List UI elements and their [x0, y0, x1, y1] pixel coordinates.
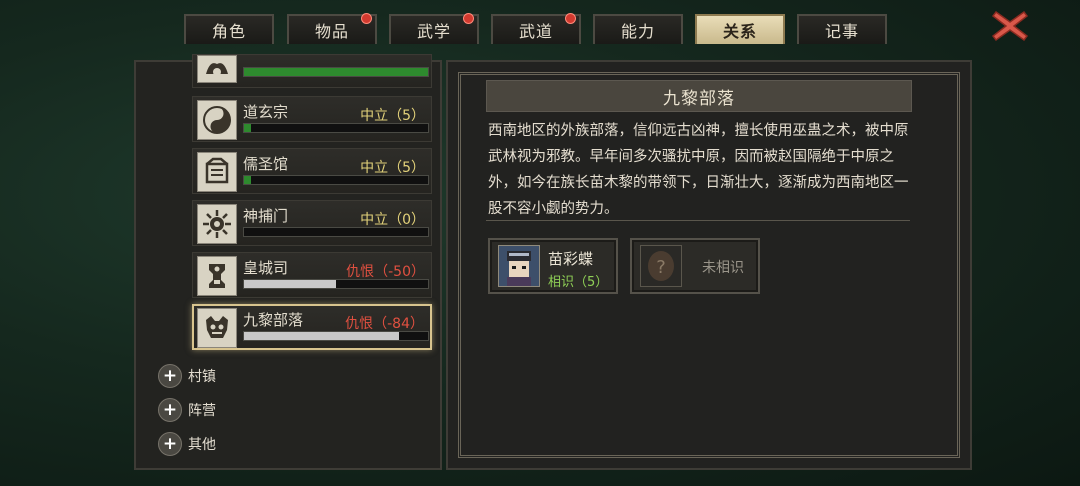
member-portrait: ?: [640, 245, 682, 287]
reputation-fill: [244, 176, 252, 184]
tab-items[interactable]: 物品: [287, 13, 377, 44]
reputation-status: 中立（0）: [360, 212, 425, 228]
scroll-emblem-icon: [205, 157, 229, 184]
reputation-bar: [243, 279, 429, 289]
faction-emblem: [197, 308, 237, 348]
member-card-unknown[interactable]: ? 未相识: [630, 238, 760, 294]
reputation-status: 中立（5）: [360, 108, 425, 124]
notification-badge: [565, 13, 576, 24]
expand-plus-icon: +: [158, 432, 182, 456]
faction-name: 皇城司: [243, 259, 289, 277]
tab-bar: 角色 物品 武学 武道 能力 关系 记事: [0, 0, 1080, 46]
reputation-bar: [243, 331, 429, 341]
faction-name: 九黎部落: [243, 311, 304, 329]
svg-text:?: ?: [656, 257, 666, 278]
reputation-fill: [244, 280, 336, 288]
faction-emblem: [197, 100, 237, 140]
faction-item[interactable]: [192, 54, 432, 88]
category-village[interactable]: + 村镇: [158, 364, 216, 388]
tab-label: 记事: [824, 22, 859, 41]
member-relation: 相识（5）: [548, 275, 609, 290]
faction-name: 儒圣馆: [243, 155, 289, 173]
tab-martial-arts[interactable]: 武学: [389, 13, 479, 44]
tab-journal[interactable]: 记事: [797, 14, 887, 44]
faction-title-bar: 九黎部落: [486, 80, 912, 112]
sun-emblem-icon: [203, 210, 231, 238]
character-portrait-icon: [499, 246, 539, 286]
member-name-unknown: 未相识: [702, 260, 744, 276]
tab-martial-way[interactable]: 武道: [491, 13, 581, 44]
faction-emblem: [197, 152, 237, 192]
tab-label: 关系: [722, 22, 757, 41]
unknown-portrait-icon: ?: [641, 246, 681, 286]
tab-relations[interactable]: 关系: [695, 14, 785, 44]
tab-label: 武学: [416, 22, 451, 41]
tab-label: 物品: [314, 22, 349, 41]
notification-badge: [361, 13, 372, 24]
reputation-fill: [244, 124, 252, 132]
close-button[interactable]: [990, 8, 1030, 44]
faction-detail-panel: 九黎部落 西南地区的外族部落，信仰远古凶神，擅长使用巫蛊之术，被中原武林视为邪教…: [446, 60, 972, 470]
faction-emblem: [197, 204, 237, 244]
faction-item[interactable]: 神捕门 中立（0）: [192, 200, 432, 246]
tab-abilities[interactable]: 能力: [593, 14, 683, 44]
reputation-fill: [244, 332, 399, 340]
guardian-emblem-icon: [209, 264, 225, 288]
member-portrait: [498, 245, 540, 287]
category-label: 阵营: [188, 403, 216, 419]
tab-label: 能力: [620, 22, 655, 41]
reputation-status: 仇恨（-50）: [346, 264, 425, 280]
tab-label: 武道: [518, 22, 553, 41]
faction-emblem: [197, 256, 237, 296]
taiji-emblem-icon: [203, 106, 231, 134]
close-x-icon: [991, 10, 1029, 42]
expand-plus-icon: +: [158, 398, 182, 422]
category-label: 其他: [188, 437, 216, 453]
faction-item[interactable]: 儒圣馆 中立（5）: [192, 148, 432, 194]
category-camp[interactable]: + 阵营: [158, 398, 216, 422]
notification-badge: [463, 13, 474, 24]
demon-mask-emblem-icon: [206, 316, 228, 338]
category-label: 村镇: [188, 369, 216, 385]
reputation-bar: [243, 227, 429, 237]
lotus-emblem-icon: [206, 63, 228, 76]
reputation-fill: [244, 68, 428, 76]
member-name: 苗彩蝶: [548, 250, 594, 268]
member-card[interactable]: 苗彩蝶 相识（5）: [488, 238, 618, 294]
faction-name: 神捕门: [243, 207, 289, 225]
tab-character[interactable]: 角色: [184, 14, 274, 44]
divider: [486, 220, 910, 221]
expand-plus-icon: +: [158, 364, 182, 388]
faction-item[interactable]: 道玄宗 中立（5）: [192, 96, 432, 142]
faction-emblem: [197, 55, 237, 83]
reputation-bar: [243, 67, 429, 77]
category-other[interactable]: + 其他: [158, 432, 216, 456]
faction-item[interactable]: 皇城司 仇恨（-50）: [192, 252, 432, 298]
reputation-bar: [243, 123, 429, 133]
faction-name: 道玄宗: [243, 103, 289, 121]
faction-description: 西南地区的外族部落，信仰远古凶神，擅长使用巫蛊之术，被中原武林视为邪教。早年间多…: [488, 123, 909, 217]
tab-label: 角色: [211, 22, 246, 41]
reputation-bar: [243, 175, 429, 185]
faction-item-selected[interactable]: 九黎部落 仇恨（-84）: [192, 304, 432, 350]
faction-title: 九黎部落: [663, 88, 735, 109]
reputation-status: 仇恨（-84）: [345, 316, 424, 332]
faction-list-panel[interactable]: 道玄宗 中立（5） 儒圣馆 中立（5） 神捕门 中立（0） 皇城司 仇恨（-50…: [134, 54, 442, 470]
reputation-status: 中立（5）: [360, 160, 425, 176]
